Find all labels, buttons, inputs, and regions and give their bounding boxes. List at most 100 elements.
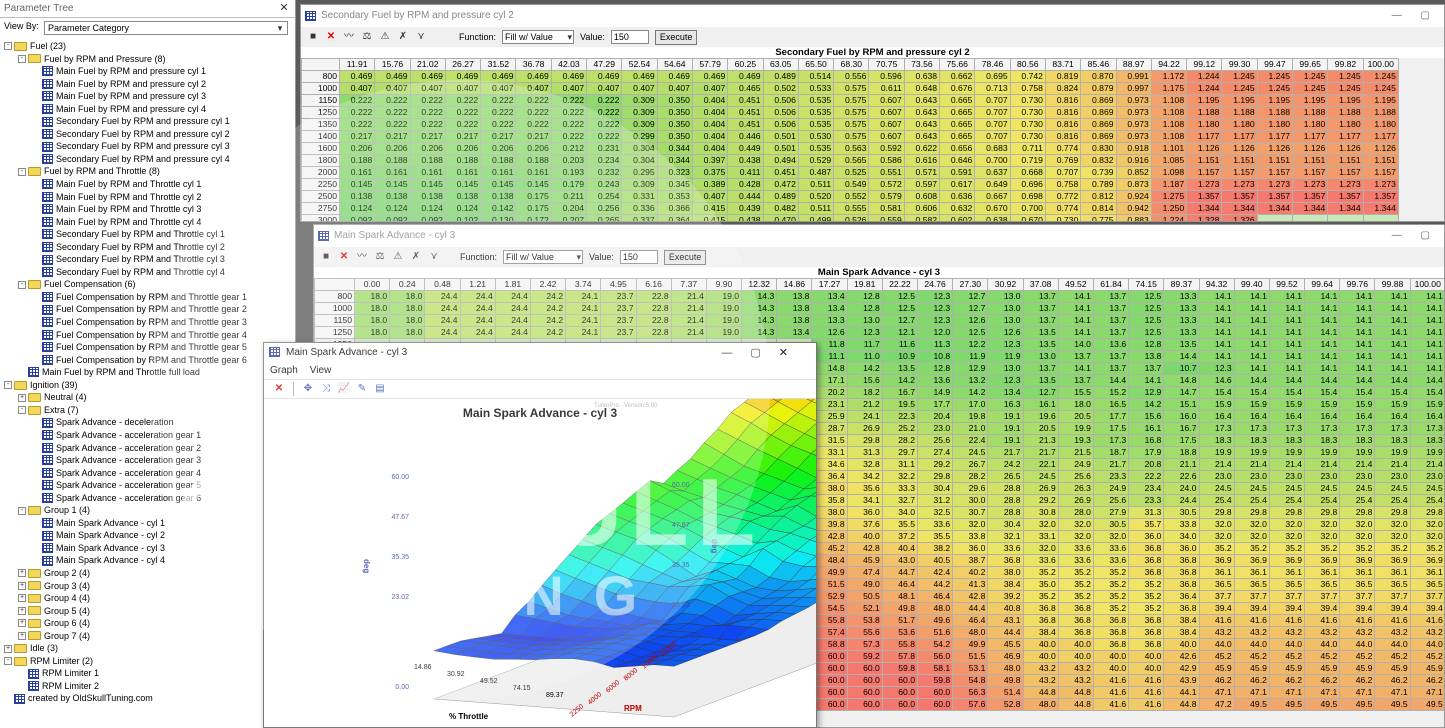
table-cell[interactable]: 0.638 xyxy=(903,70,941,83)
window-controls[interactable]: — ▢ xyxy=(1392,225,1438,247)
table-cell[interactable]: 45.9 xyxy=(1339,662,1376,675)
table-cell[interactable]: 40.5 xyxy=(916,554,954,567)
table-cell[interactable]: 17.3 xyxy=(1304,422,1341,435)
table-cell[interactable]: 10.9 xyxy=(881,350,919,363)
table-cell[interactable]: 19.5 xyxy=(881,398,919,411)
table-cell[interactable]: 14.1 xyxy=(1198,290,1235,303)
table-cell[interactable]: 14.1 xyxy=(1233,338,1270,351)
table-cell[interactable]: 36.8 xyxy=(1057,614,1094,627)
table-cell[interactable]: 22.8 xyxy=(635,302,672,315)
table-cell[interactable]: 1.195 xyxy=(1221,94,1258,107)
table-cell[interactable]: 27.4 xyxy=(916,446,954,459)
table-cell[interactable]: 47.1 xyxy=(1233,686,1270,699)
table-cell[interactable]: 1.328 xyxy=(1186,214,1223,221)
table-cell[interactable]: 26.5 xyxy=(987,470,1024,483)
table-cell[interactable]: 43.2 xyxy=(1304,626,1341,639)
table-cell[interactable]: 19.1 xyxy=(987,410,1024,423)
table-cell[interactable]: 41.6 xyxy=(1304,614,1341,627)
table-cell[interactable]: 0.942 xyxy=(1115,202,1152,215)
table-cell[interactable]: 0.222 xyxy=(550,94,588,107)
table-cell[interactable]: 0.222 xyxy=(480,106,517,119)
table-cell[interactable]: 14.1 xyxy=(1057,314,1094,327)
table-cell[interactable]: 24.1 xyxy=(565,314,602,327)
table-cell[interactable]: 15.9 xyxy=(1374,398,1411,411)
table-cell[interactable]: 0.695 xyxy=(974,70,1011,83)
table-cell[interactable]: 13.7 xyxy=(1022,362,1059,375)
table-cell[interactable]: 36.4 xyxy=(1163,590,1200,603)
table-cell[interactable]: 49.5 xyxy=(1339,698,1376,711)
table-cell[interactable]: 41.6 xyxy=(1409,614,1444,627)
table-cell[interactable]: 1.177 xyxy=(1292,130,1329,143)
table-cell[interactable]: 14.2 xyxy=(1128,398,1165,411)
table-cell[interactable]: 0.350 xyxy=(656,94,693,107)
table-cell[interactable]: 0.222 xyxy=(338,94,376,107)
table-cell[interactable]: 15.9 xyxy=(1268,398,1306,411)
table-cell[interactable]: 38.2 xyxy=(916,542,954,555)
table-cell[interactable]: 38.4 xyxy=(1163,614,1200,627)
table-cell[interactable]: 18.3 xyxy=(1339,434,1376,447)
table-cell[interactable]: 14.1 xyxy=(1268,362,1306,375)
table-cell[interactable]: 0.331 xyxy=(621,190,658,203)
collapse-icon[interactable]: - xyxy=(18,54,26,63)
table-cell[interactable]: 31.1 xyxy=(881,458,919,471)
table-cell[interactable]: 44.0 xyxy=(1304,638,1341,651)
table-cell[interactable]: 0.973 xyxy=(1115,106,1152,119)
table-cell[interactable]: 40.0 xyxy=(846,530,883,543)
table-cell[interactable]: 30.7 xyxy=(952,506,989,519)
table-cell[interactable]: 15.4 xyxy=(1233,386,1270,399)
table-cell[interactable]: 19.1 xyxy=(987,434,1024,447)
table-cell[interactable]: 14.1 xyxy=(1304,338,1341,351)
table-cell[interactable]: 43.2 xyxy=(1022,662,1059,675)
table-cell[interactable]: 35.2 xyxy=(1092,578,1130,591)
table-cell[interactable]: 35.2 xyxy=(1092,566,1130,579)
tree-item[interactable]: - Fuel by RPM and Throttle (8) xyxy=(0,165,295,178)
table-cell[interactable]: 15.4 xyxy=(1268,386,1306,399)
table-cell[interactable]: 18.3 xyxy=(1409,434,1444,447)
table-cell[interactable]: 23.0 xyxy=(1409,470,1444,483)
table-cell[interactable]: 0.407 xyxy=(550,82,588,95)
table-cell[interactable]: 1.126 xyxy=(1327,142,1364,155)
table-cell[interactable]: 1.108 xyxy=(1150,118,1188,131)
table-cell[interactable]: 13.7 xyxy=(1092,302,1130,315)
table-cell[interactable]: 28.8 xyxy=(987,482,1024,495)
table-cell[interactable]: 13.4 xyxy=(987,386,1024,399)
table-cell[interactable]: 20.8 xyxy=(1128,458,1165,471)
table-cell[interactable]: 53.1 xyxy=(952,662,989,675)
table-cell[interactable]: 11.1 xyxy=(811,350,848,363)
table-cell[interactable]: 58.8 xyxy=(811,638,848,651)
table-cell[interactable]: 24.4 xyxy=(494,290,531,303)
table-cell[interactable]: 0.879 xyxy=(1080,82,1117,95)
table-cell[interactable]: 59.8 xyxy=(881,662,919,675)
table-cell[interactable]: 1.180 xyxy=(1362,118,1399,131)
table-cell[interactable]: 0.973 xyxy=(1115,94,1152,107)
table-cell[interactable]: 0.575 xyxy=(833,106,870,119)
table-cell[interactable]: 33.8 xyxy=(952,530,989,543)
tree-item[interactable]: Fuel Compensation by RPM and Throttle ge… xyxy=(0,316,295,329)
table-cell[interactable]: 0.575 xyxy=(833,94,870,107)
table-cell[interactable]: 15.4 xyxy=(1374,386,1411,399)
table-cell[interactable]: 0.918 xyxy=(1115,142,1152,155)
table-cell[interactable]: 17.3 xyxy=(1233,422,1270,435)
table-cell[interactable]: 0.404 xyxy=(691,94,729,107)
table-cell[interactable]: 12.6 xyxy=(811,326,848,339)
table-cell[interactable]: 1.188 xyxy=(1362,106,1399,119)
table-cell[interactable]: 0.529 xyxy=(797,154,835,167)
table-cell[interactable]: 44.7 xyxy=(881,566,919,579)
table-cell[interactable]: 53.8 xyxy=(846,614,883,627)
table-cell[interactable]: 13.0 xyxy=(1022,350,1059,363)
table-cell[interactable]: 40.4 xyxy=(881,542,919,555)
table-cell[interactable]: 43.2 xyxy=(1339,626,1376,639)
table-cell[interactable]: 0.222 xyxy=(586,118,623,131)
table-cell[interactable] xyxy=(1362,214,1399,221)
table-cell[interactable]: 0.304 xyxy=(621,154,658,167)
table-cell[interactable]: 23.0 xyxy=(1339,470,1376,483)
table-cell[interactable]: 14.1 xyxy=(1374,290,1411,303)
compare-icon[interactable]: ⚖ xyxy=(374,251,386,263)
tree-item[interactable]: Main Fuel by RPM and Throttle cyl 4 xyxy=(0,216,295,229)
table-cell[interactable]: 18.0 xyxy=(389,314,426,327)
table-cell[interactable]: 14.1 xyxy=(1374,338,1411,351)
table-cell[interactable]: 0.304 xyxy=(621,142,658,155)
table-cell[interactable]: 24.2 xyxy=(529,326,567,339)
table-cell[interactable]: 0.206 xyxy=(480,142,517,155)
table-cell[interactable]: 11.0 xyxy=(846,350,883,363)
